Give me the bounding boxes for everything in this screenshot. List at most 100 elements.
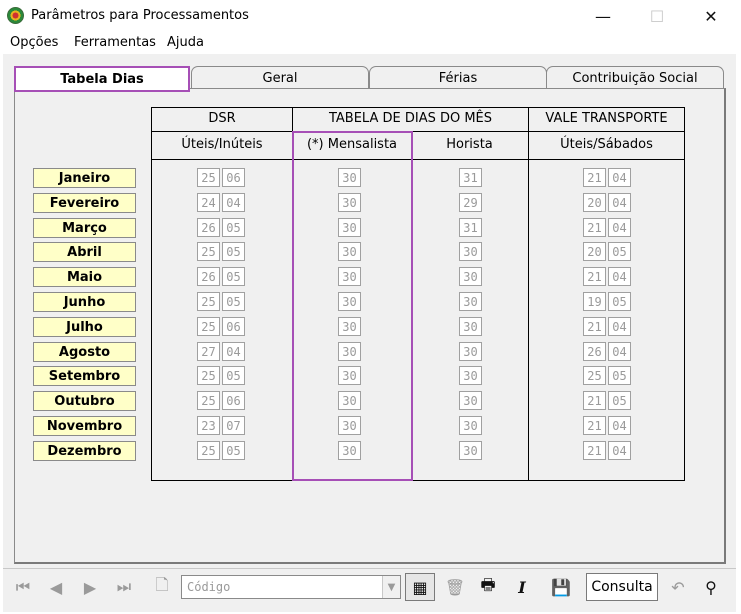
consulta-button[interactable]: Consulta <box>586 573 658 601</box>
vale-uteis-field[interactable]: 21 <box>583 441 606 460</box>
close-button[interactable]: ✕ <box>688 4 734 28</box>
mensalista-field[interactable]: 30 <box>338 242 361 261</box>
vale-sabados-field[interactable]: 05 <box>608 292 631 311</box>
minimize-button[interactable]: — <box>580 4 626 28</box>
dsr-uteis-field[interactable]: 26 <box>197 267 220 286</box>
horista-field[interactable]: 30 <box>459 292 482 311</box>
last-record-icon[interactable]: ⏭ <box>109 573 139 601</box>
menu-ajuda[interactable]: Ajuda <box>167 35 204 50</box>
vale-sabados-field[interactable]: 05 <box>608 242 631 261</box>
horista-field[interactable]: 30 <box>459 416 482 435</box>
vale-sabados-field[interactable]: 04 <box>608 416 631 435</box>
tab-tabela-dias[interactable]: Tabela Dias <box>14 66 190 92</box>
dsr-uteis-field[interactable]: 26 <box>197 218 220 237</box>
vale-sabados-field[interactable]: 04 <box>608 168 631 187</box>
code-combo-placeholder: Código <box>187 580 231 594</box>
vale-sabados-field[interactable]: 04 <box>608 441 631 460</box>
dsr-inuteis-field[interactable]: 05 <box>222 366 245 385</box>
vale-uteis-field[interactable]: 20 <box>583 242 606 261</box>
dsr-uteis-field[interactable]: 24 <box>197 193 220 212</box>
vale-uteis-field[interactable]: 25 <box>583 366 606 385</box>
dsr-inuteis-field[interactable]: 05 <box>222 441 245 460</box>
tab-geral[interactable]: Geral <box>191 66 369 90</box>
vale-uteis-field[interactable]: 26 <box>583 342 606 361</box>
mensalista-field[interactable]: 30 <box>338 267 361 286</box>
mensalista-field[interactable]: 30 <box>338 441 361 460</box>
horista-field[interactable]: 30 <box>459 342 482 361</box>
vale-sabados-field[interactable]: 04 <box>608 267 631 286</box>
dsr-inuteis-field[interactable]: 05 <box>222 242 245 261</box>
horista-field[interactable]: 30 <box>459 317 482 336</box>
dsr-uteis-field[interactable]: 25 <box>197 168 220 187</box>
chevron-down-icon[interactable]: ▼ <box>382 576 400 598</box>
code-combo[interactable]: Código ▼ <box>181 575 401 599</box>
dsr-inuteis-field[interactable]: 06 <box>222 168 245 187</box>
tab-ferias[interactable]: Férias <box>369 66 547 90</box>
vale-sabados-field[interactable]: 05 <box>608 391 631 410</box>
vale-uteis-field[interactable]: 21 <box>583 416 606 435</box>
mensalista-field[interactable]: 30 <box>338 168 361 187</box>
dsr-uteis-field[interactable]: 25 <box>197 292 220 311</box>
dsr-inuteis-field[interactable]: 05 <box>222 292 245 311</box>
vale-sabados-field[interactable]: 05 <box>608 366 631 385</box>
horista-field[interactable]: 29 <box>459 193 482 212</box>
dsr-inuteis-field[interactable]: 06 <box>222 391 245 410</box>
print-icon[interactable]: 🖶 <box>473 573 503 601</box>
vale-uteis-field[interactable]: 21 <box>583 168 606 187</box>
dsr-uteis-field[interactable]: 27 <box>197 342 220 361</box>
vale-uteis-field[interactable]: 21 <box>583 267 606 286</box>
horista-field[interactable]: 30 <box>459 267 482 286</box>
next-record-icon[interactable]: ▶ <box>75 573 105 601</box>
new-document-icon[interactable]: 🗋 <box>147 573 177 601</box>
dsr-inuteis-field[interactable]: 07 <box>222 416 245 435</box>
dsr-inuteis-field[interactable]: 06 <box>222 317 245 336</box>
prev-record-icon[interactable]: ◀ <box>41 573 71 601</box>
horista-field[interactable]: 31 <box>459 218 482 237</box>
mensalista-field[interactable]: 30 <box>338 366 361 385</box>
vale-sabados-field[interactable]: 04 <box>608 218 631 237</box>
save-icon[interactable]: 💾 <box>546 573 576 601</box>
vale-sabados-field[interactable]: 04 <box>608 317 631 336</box>
dsr-inuteis-field[interactable]: 05 <box>222 267 245 286</box>
dsr-uteis-field[interactable]: 25 <box>197 366 220 385</box>
mensalista-field[interactable]: 30 <box>338 218 361 237</box>
vale-uteis-field[interactable]: 19 <box>583 292 606 311</box>
delete-icon[interactable]: 🗑 <box>440 573 470 601</box>
dsr-uteis-field[interactable]: 23 <box>197 416 220 435</box>
dsr-inuteis-field[interactable]: 04 <box>222 342 245 361</box>
dsr-uteis-field[interactable]: 25 <box>197 317 220 336</box>
vale-uteis-field[interactable]: 21 <box>583 218 606 237</box>
horista-field[interactable]: 30 <box>459 242 482 261</box>
dsr-uteis-field[interactable]: 25 <box>197 242 220 261</box>
mensalista-field[interactable]: 30 <box>338 193 361 212</box>
mensalista-field[interactable]: 30 <box>338 292 361 311</box>
menu-ferramentas[interactable]: Ferramentas <box>74 35 156 50</box>
horista-field[interactable]: 30 <box>459 391 482 410</box>
app-icon <box>7 7 24 24</box>
vale-uteis-field[interactable]: 20 <box>583 193 606 212</box>
select-table-icon[interactable]: ▦ <box>405 573 435 601</box>
mensalista-field[interactable]: 30 <box>338 317 361 336</box>
dsr-uteis-field[interactable]: 25 <box>197 391 220 410</box>
menu-bar: Opções Ferramentas Ajuda <box>0 32 741 54</box>
menu-opcoes[interactable]: Opções <box>10 35 58 50</box>
horista-field[interactable]: 31 <box>459 168 482 187</box>
italic-icon[interactable]: I <box>507 573 537 601</box>
mensalista-field[interactable]: 30 <box>338 342 361 361</box>
undo-icon[interactable]: ↶ <box>663 573 693 601</box>
dsr-uteis-field[interactable]: 25 <box>197 441 220 460</box>
vale-uteis-field[interactable]: 21 <box>583 391 606 410</box>
vale-uteis-field[interactable]: 21 <box>583 317 606 336</box>
horista-field[interactable]: 30 <box>459 441 482 460</box>
vale-sabados-field[interactable]: 04 <box>608 193 631 212</box>
month-label: Março <box>33 218 136 238</box>
first-record-icon[interactable]: ⏮ <box>8 573 38 601</box>
horista-field[interactable]: 30 <box>459 366 482 385</box>
vale-sabados-field[interactable]: 04 <box>608 342 631 361</box>
mensalista-field[interactable]: 30 <box>338 416 361 435</box>
mensalista-field[interactable]: 30 <box>338 391 361 410</box>
dsr-inuteis-field[interactable]: 05 <box>222 218 245 237</box>
dsr-inuteis-field[interactable]: 04 <box>222 193 245 212</box>
tab-contribuicao-social[interactable]: Contribuição Social <box>546 66 724 90</box>
binoculars-icon[interactable]: ⚲ <box>696 573 726 601</box>
